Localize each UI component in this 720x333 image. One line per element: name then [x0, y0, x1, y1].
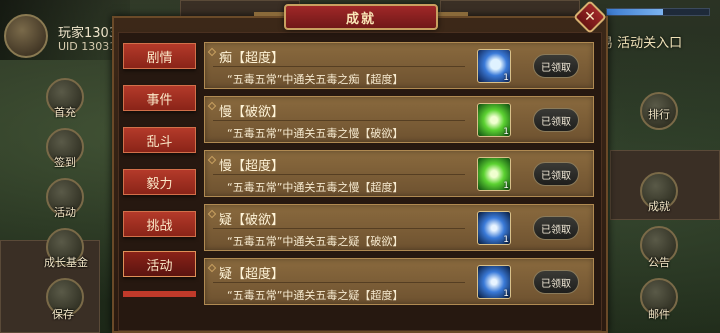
experience-bar	[606, 8, 710, 16]
tab-list-bottom	[123, 291, 196, 297]
row-divider	[213, 282, 465, 283]
achievement-title: 疑【超度】	[219, 267, 285, 282]
reward-count: 1	[503, 73, 509, 83]
green-light-skill-icon[interactable]: 1	[477, 103, 511, 137]
blue-moon-skill-icon[interactable]: 1	[477, 49, 511, 83]
player-uid: UID 13031	[58, 40, 117, 53]
save-label: 保存	[52, 308, 74, 321]
dialog-title: 成就	[284, 4, 438, 30]
claimed-button[interactable]: 已领取	[533, 162, 579, 186]
achievement-description: “五毒五常”中通关五毒之慢【超度】	[227, 181, 404, 194]
close-icon: ✕	[584, 9, 596, 25]
achievement-description: “五毒五常”中通关五毒之痴【超度】	[227, 73, 404, 86]
row-divider	[213, 120, 465, 121]
claimed-button[interactable]: 已领取	[533, 216, 579, 240]
tab-perseverance[interactable]: 毅力	[123, 169, 196, 195]
title-ornament-right	[438, 12, 468, 16]
sign-in-label: 签到	[54, 156, 76, 169]
achievement-row: 痴【超度】 “五毒五常”中通关五毒之痴【超度】 1 已领取	[204, 42, 594, 89]
achievement-description: “五毒五常”中通关五毒之慢【破欲】	[227, 127, 404, 140]
achievement-row: 慢【破欲】 “五毒五常”中通关五毒之慢【破欲】 1 已领取	[204, 96, 594, 143]
reward-count: 1	[503, 289, 509, 299]
achievement-title: 疑【破欲】	[219, 213, 285, 228]
notice-label: 公告	[648, 256, 670, 269]
row-ornament	[207, 101, 217, 111]
achievement-row: 疑【破欲】 “五毒五常”中通关五毒之疑【破欲】 1 已领取	[204, 204, 594, 251]
claimed-button[interactable]: 已领取	[533, 108, 579, 132]
achievement-row: 慢【超度】 “五毒五常”中通关五毒之慢【超度】 1 已领取	[204, 150, 594, 197]
row-ornament	[207, 209, 217, 219]
title-ornament-left	[254, 12, 284, 16]
claimed-button[interactable]: 已领取	[533, 54, 579, 78]
player-avatar[interactable]	[4, 14, 48, 58]
mail-label: 邮件	[648, 308, 670, 321]
achievement-title: 慢【破欲】	[219, 105, 285, 120]
row-divider	[213, 66, 465, 67]
reward-count: 1	[503, 181, 509, 191]
ranking-label: 排行	[648, 108, 670, 121]
achievement-title: 慢【超度】	[219, 159, 285, 174]
row-ornament	[207, 155, 217, 165]
achievement-row: 疑【超度】 “五毒五常”中通关五毒之疑【超度】 1 已领取	[204, 258, 594, 305]
claimed-button[interactable]: 已领取	[533, 270, 579, 294]
growth-fund-label: 成长基金	[44, 256, 88, 269]
blue-lightning-skill-icon[interactable]: 1	[477, 211, 511, 245]
row-ornament	[207, 47, 217, 57]
achievement-label: 成就	[648, 200, 670, 213]
tab-story[interactable]: 剧情	[123, 43, 196, 69]
activity-entry-banner[interactable]: 易 活动关入口	[600, 32, 682, 51]
row-divider	[213, 228, 465, 229]
row-ornament	[207, 263, 217, 273]
achievement-description: “五毒五常”中通关五毒之疑【超度】	[227, 289, 404, 302]
player-name: 玩家1303	[58, 26, 118, 41]
blue-lightning-skill-icon[interactable]: 1	[477, 265, 511, 299]
achievement-title: 痴【超度】	[219, 51, 285, 66]
reward-count: 1	[503, 127, 509, 137]
player-info-panel[interactable]: 玩家1303 UID 13031	[0, 0, 130, 60]
achievement-description: “五毒五常”中通关五毒之疑【破欲】	[227, 235, 404, 248]
tab-challenge[interactable]: 挑战	[123, 211, 196, 237]
tab-activity[interactable]: 活动	[123, 251, 196, 277]
activity-label: 活动	[54, 206, 76, 219]
tab-event[interactable]: 事件	[123, 85, 196, 111]
first-recharge-label: 首充	[54, 106, 76, 119]
green-light-skill-icon[interactable]: 1	[477, 157, 511, 191]
row-divider	[213, 174, 465, 175]
tab-brawl[interactable]: 乱斗	[123, 127, 196, 153]
reward-count: 1	[503, 235, 509, 245]
